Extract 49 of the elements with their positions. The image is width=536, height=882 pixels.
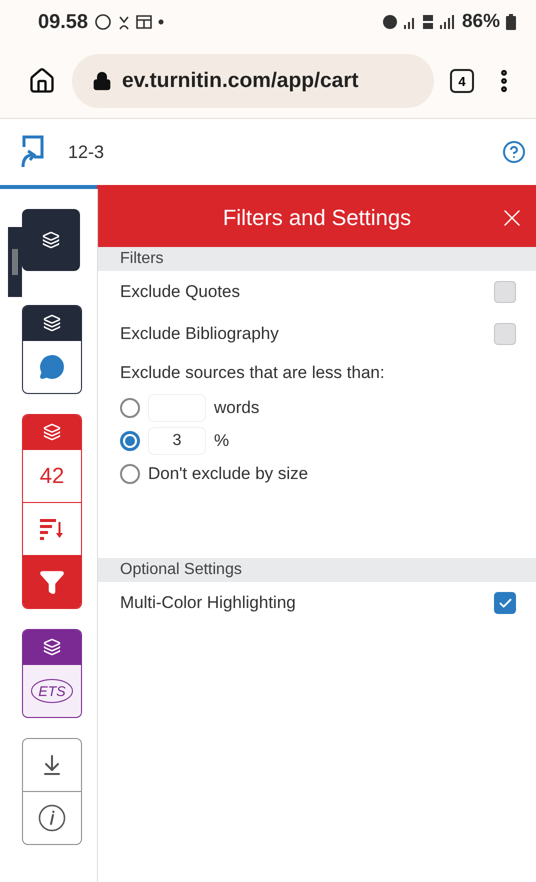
panel-title: Filters and Settings	[222, 205, 412, 231]
checkbox[interactable]	[494, 323, 516, 345]
unit-label: words	[214, 398, 260, 418]
sort-icon	[40, 518, 64, 540]
info-icon	[38, 804, 66, 832]
radio-button[interactable]	[120, 398, 140, 418]
radio-button[interactable]	[120, 464, 140, 484]
checkbox[interactable]	[494, 281, 516, 303]
input-field[interactable]: 3	[148, 426, 206, 454]
option-label: Don't exclude by size	[148, 464, 310, 484]
chat-tab[interactable]	[23, 340, 81, 393]
missed-call-icon	[118, 14, 130, 30]
panel-handle[interactable]	[8, 227, 22, 297]
dot-icon	[158, 19, 164, 25]
signal-icon	[440, 15, 456, 29]
section-heading: Filters	[98, 247, 536, 271]
filter-icon	[39, 569, 65, 595]
layers-icon	[43, 638, 61, 656]
section-heading: Optional Settings	[98, 558, 536, 582]
layers-icon	[43, 423, 61, 441]
checkbox[interactable]	[494, 592, 516, 614]
comment-icon	[39, 354, 65, 380]
address-bar[interactable]: ev.turnitin.com/app/cart	[72, 54, 434, 108]
grip-icon	[12, 249, 18, 275]
home-icon[interactable]	[28, 67, 56, 95]
clock: 09.58	[38, 10, 88, 34]
tab-count[interactable]: 4	[450, 69, 474, 93]
battery-icon	[506, 14, 516, 30]
option-label: Multi-Color Highlighting	[120, 593, 297, 613]
filter-tab[interactable]	[23, 555, 81, 608]
battery-level: 86%	[462, 11, 500, 33]
card-header[interactable]	[23, 306, 81, 340]
layers-icon	[42, 231, 60, 249]
layers-icon	[43, 314, 61, 332]
unit-label: %	[214, 430, 230, 450]
document-title: 12-3	[68, 142, 106, 162]
info-tab[interactable]	[23, 791, 81, 844]
card-header[interactable]	[23, 630, 81, 664]
option-label: Exclude Quotes	[120, 282, 242, 302]
calendar-icon	[136, 15, 152, 29]
ets-tab[interactable]: ETS	[23, 664, 81, 717]
option-label: Exclude sources that are less than:	[120, 363, 386, 383]
help-icon[interactable]	[502, 140, 526, 164]
ets-logo: ETS	[31, 679, 73, 703]
layers-button[interactable]	[22, 209, 80, 271]
lock-icon	[92, 71, 112, 91]
signal-icon	[404, 15, 416, 29]
option-label: Exclude Bibliography	[120, 324, 280, 344]
radio-button[interactable]	[120, 430, 140, 450]
